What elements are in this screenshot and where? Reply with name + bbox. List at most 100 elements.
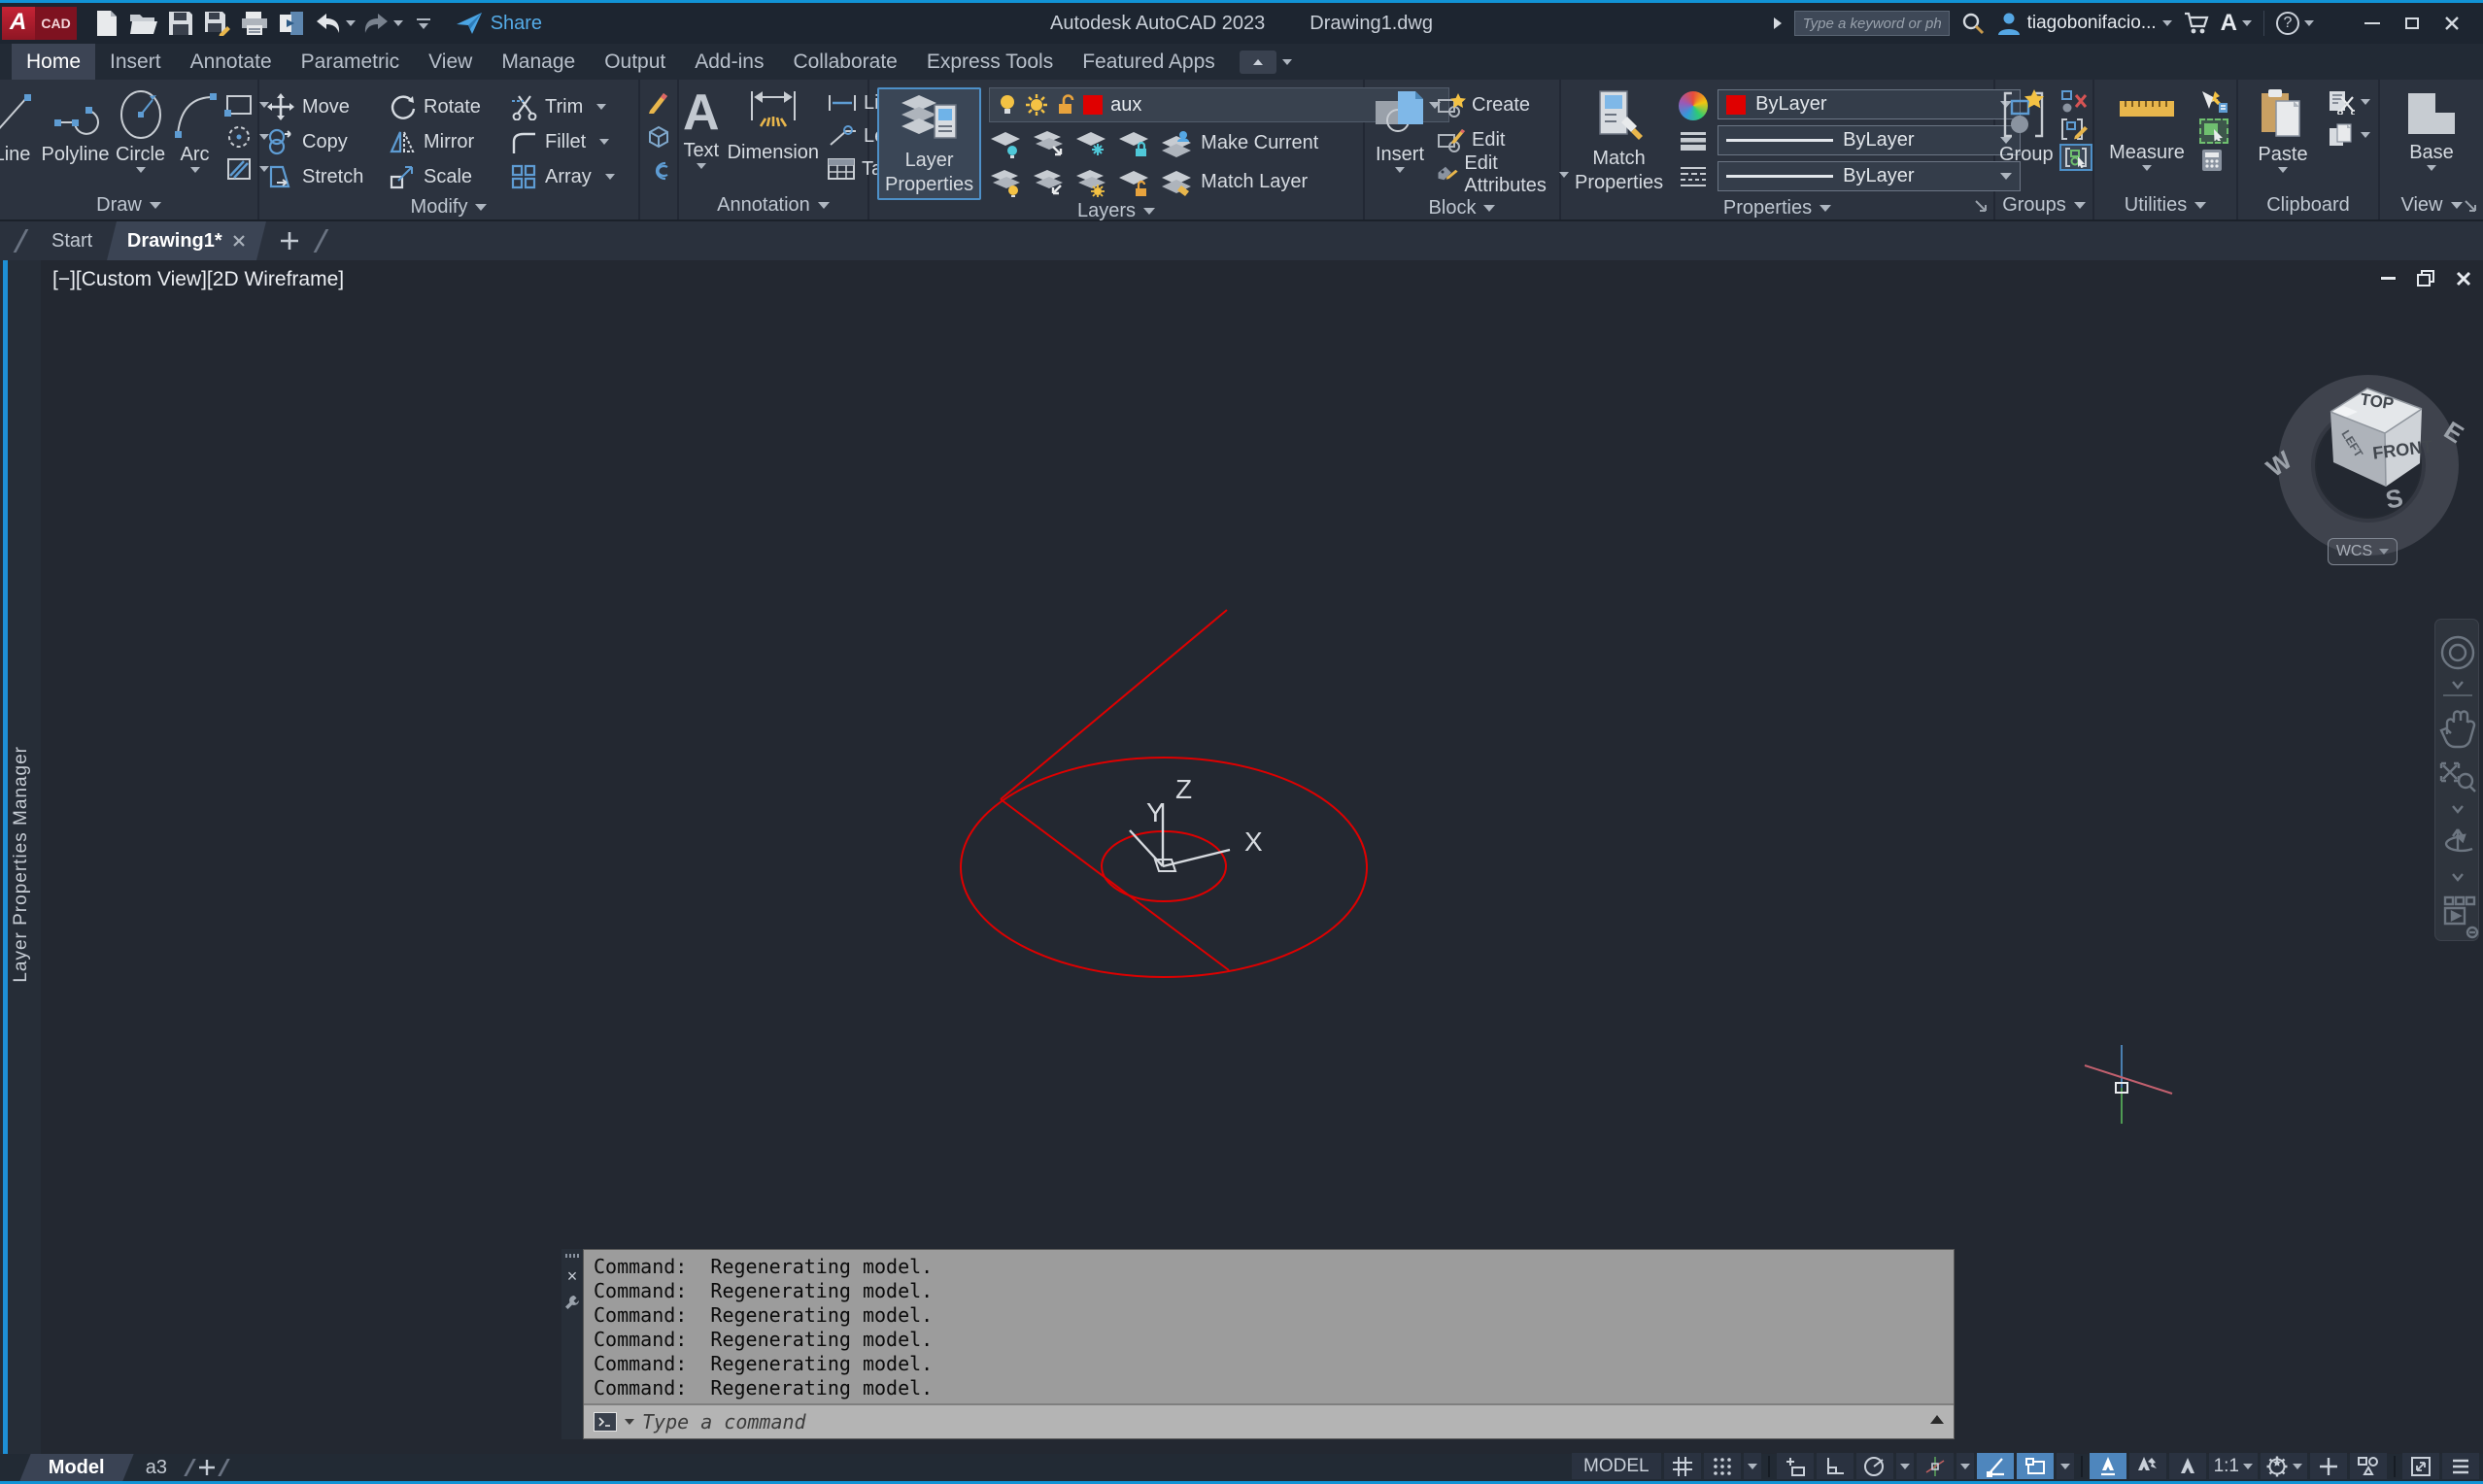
groups-panel-label[interactable]: Groups	[1995, 190, 2092, 219]
ungroup-icon[interactable]	[2059, 89, 2089, 115]
red-line[interactable]	[1001, 799, 1229, 970]
polar-tracking-toggle[interactable]	[1856, 1453, 1893, 1479]
annotation-panel-label[interactable]: Annotation	[679, 190, 867, 219]
annotation-visibility-toggle[interactable]	[2090, 1453, 2126, 1479]
command-drag-handle[interactable]	[565, 1254, 579, 1258]
navigation-wheel-icon[interactable]	[2442, 637, 2473, 668]
measure-chevron[interactable]	[2142, 165, 2152, 171]
ribbon-tab[interactable]: Parametric	[287, 44, 415, 80]
ribbon-collapse-chevron[interactable]	[1282, 59, 1292, 65]
layer-unisolate-icon[interactable]	[1032, 168, 1065, 197]
redo-button[interactable]	[359, 7, 392, 40]
start-tab[interactable]: Start	[36, 221, 108, 260]
workspace-switch[interactable]	[2261, 1453, 2307, 1479]
command-window-rail[interactable]: ×	[561, 1249, 583, 1439]
lineweight-icon[interactable]	[1679, 130, 1708, 155]
polyline-tool[interactable]: Polyline	[41, 87, 109, 190]
properties-panel-label[interactable]: Properties	[1561, 196, 1993, 219]
osnap-settings-chevron[interactable]	[2057, 1453, 2074, 1479]
help-button[interactable]: ?	[2276, 12, 2314, 35]
save-as-button[interactable]	[201, 7, 234, 40]
ribbon-tab[interactable]: Home	[12, 44, 95, 80]
properties-panel-launcher[interactable]	[1974, 199, 1988, 213]
cart-icon[interactable]	[2184, 12, 2209, 35]
search-expand-icon[interactable]	[1773, 17, 1783, 30]
arc-chevron[interactable]	[190, 167, 200, 173]
infer-constraints-toggle[interactable]	[1777, 1453, 1814, 1479]
layer-isolate-icon[interactable]	[1032, 129, 1065, 158]
layer-thaw-button-icon[interactable]	[1074, 168, 1107, 197]
explode-icon[interactable]	[646, 124, 671, 150]
text-tool[interactable]: A Text	[683, 87, 720, 190]
grid-toggle[interactable]	[1664, 1453, 1701, 1479]
share-button[interactable]: Share	[456, 12, 542, 35]
zoom-chevron[interactable]	[2453, 806, 2463, 812]
a3-layout-tab[interactable]: a3	[130, 1457, 183, 1479]
array-tool[interactable]: Array	[510, 160, 625, 193]
ribbon-tab[interactable]: View	[414, 44, 487, 80]
layer-off-icon[interactable]	[989, 129, 1022, 158]
cut-tool[interactable]	[2328, 89, 2370, 115]
utilities-panel-label[interactable]: Utilities	[2094, 190, 2236, 219]
viewport-close-icon[interactable]	[2456, 271, 2471, 287]
app-menu-button[interactable]: A CAD	[2, 5, 77, 43]
publish-button[interactable]	[275, 7, 308, 40]
circle-tool[interactable]: Circle	[116, 87, 166, 190]
navigation-bar[interactable]	[2434, 619, 2479, 941]
minimize-button[interactable]	[2364, 22, 2380, 24]
ucs-x-label[interactable]: X	[1244, 826, 1263, 857]
dimension-tool[interactable]: Dimension	[728, 87, 819, 190]
fillet-chevron[interactable]	[599, 139, 609, 145]
array-chevron[interactable]	[605, 174, 615, 180]
viewport-restore-icon[interactable]	[2417, 270, 2434, 287]
rotate-tool[interactable]: Rotate	[389, 90, 510, 123]
ucs-y-label[interactable]: Y	[1146, 797, 1165, 827]
red-ellipse[interactable]	[961, 758, 1367, 977]
account-button[interactable]: tiagobonifacio...	[1996, 11, 2172, 36]
paste-tool[interactable]: Paste	[2246, 87, 2320, 190]
undo-button[interactable]	[312, 7, 345, 40]
new-layout-button[interactable]	[197, 1458, 217, 1477]
command-input-placeholder[interactable]: Type a command	[642, 1410, 806, 1433]
wcs-menu[interactable]: WCS	[2328, 538, 2398, 565]
open-file-button[interactable]	[127, 7, 160, 40]
command-settings-wrench-icon[interactable]	[564, 1295, 580, 1310]
layer-freeze-icon[interactable]	[1074, 129, 1107, 158]
scale-select[interactable]: 1:1	[2209, 1453, 2258, 1479]
new-drawing-tab-button[interactable]	[279, 230, 300, 252]
insert-block-tool[interactable]: Insert	[1373, 87, 1427, 196]
layer-properties-button[interactable]: Layer Properties	[877, 87, 981, 200]
layer-on-button-icon[interactable]	[989, 168, 1022, 197]
redo-dropdown-chevron[interactable]	[393, 20, 403, 26]
command-close-icon[interactable]: ×	[567, 1267, 578, 1285]
block-panel-label[interactable]: Block	[1365, 196, 1559, 219]
orbit-chevron[interactable]	[2453, 874, 2463, 880]
clipboard-panel-label[interactable]: Clipboard	[2238, 190, 2378, 219]
autodesk-account-button[interactable]: A	[2221, 10, 2252, 37]
move-tool[interactable]: Move	[267, 90, 389, 123]
mirror-tool[interactable]: Mirror	[389, 125, 510, 158]
close-button[interactable]	[2444, 16, 2460, 31]
select-similar-button[interactable]	[2199, 118, 2228, 144]
group-tool[interactable]: Group	[1999, 87, 2054, 190]
base-tool[interactable]: Base	[2402, 87, 2461, 190]
viewport-controls-label[interactable]: [−][Custom View][2D Wireframe]	[52, 268, 344, 291]
maximize-button[interactable]	[2405, 17, 2419, 29]
customization-menu[interactable]	[2442, 1453, 2479, 1479]
ribbon-tab[interactable]: Insert	[95, 44, 176, 80]
scale-tool[interactable]: Scale	[389, 160, 510, 193]
viewcube-south-label[interactable]: S	[2383, 483, 2405, 515]
quick-calculator-icon[interactable]	[2199, 148, 2225, 173]
ribbon-tab[interactable]: Manage	[487, 44, 590, 80]
snap-mode-chevron[interactable]	[1744, 1453, 1761, 1479]
modify-panel-label[interactable]: Modify	[259, 194, 638, 219]
polar-chevron[interactable]	[1896, 1453, 1914, 1479]
copy-clip-tool[interactable]	[2328, 122, 2370, 148]
annotation-scale-button[interactable]	[2169, 1453, 2206, 1479]
ribbon-tab[interactable]: Featured Apps	[1068, 44, 1230, 80]
save-button[interactable]	[164, 7, 197, 40]
dynamic-input-toggle[interactable]	[2017, 1453, 2054, 1479]
object-snap-tracking-toggle[interactable]	[1917, 1453, 1954, 1479]
ribbon-tab[interactable]: Output	[590, 44, 680, 80]
insert-chevron[interactable]	[1395, 167, 1405, 173]
